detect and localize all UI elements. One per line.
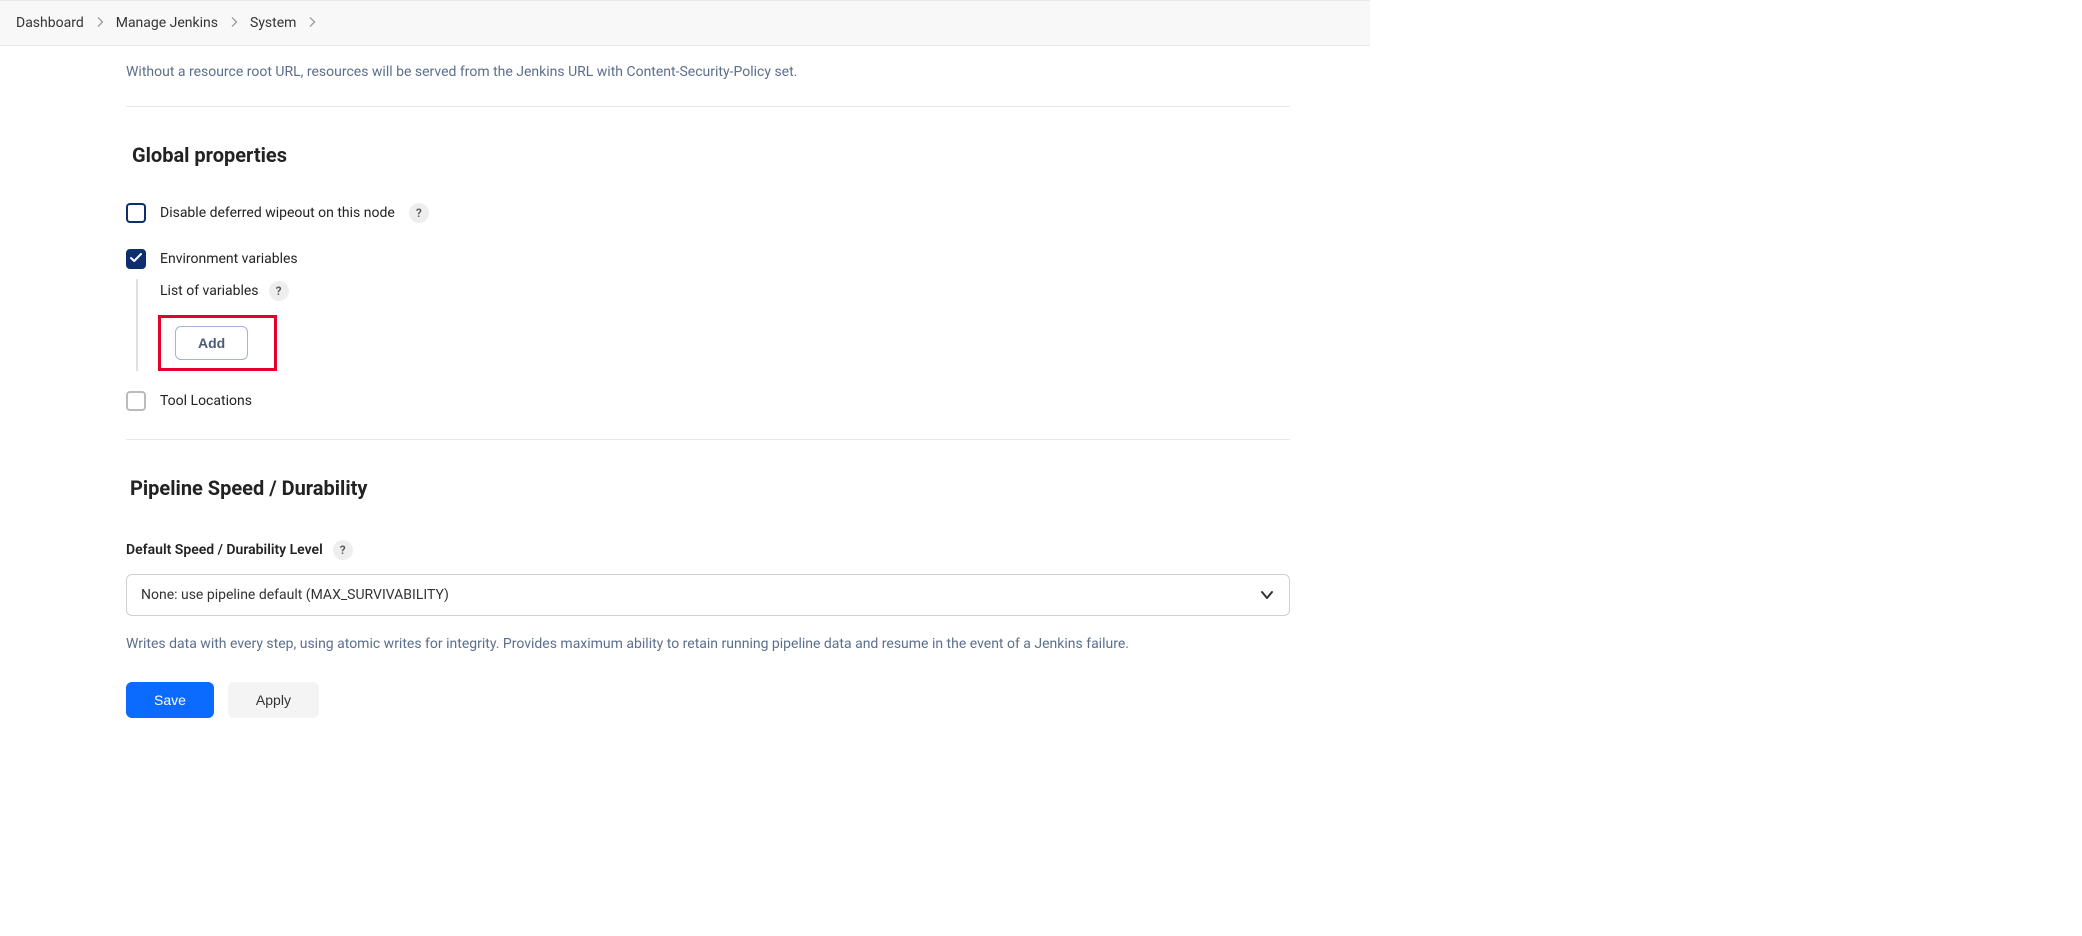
form-button-bar: Save Apply — [126, 676, 1290, 748]
list-of-variables-row: List of variables ? — [160, 279, 1290, 315]
list-of-variables-label: List of variables — [160, 283, 259, 299]
chevron-right-icon — [230, 16, 238, 30]
help-icon[interactable]: ? — [269, 281, 289, 301]
disable-wipeout-row: Disable deferred wipeout on this node ? — [126, 197, 1290, 243]
durability-select-wrap: None: use pipeline default (MAX_SURVIVAB… — [126, 574, 1290, 616]
durability-description: Writes data with every step, using atomi… — [126, 616, 1290, 676]
chevron-right-icon — [96, 16, 104, 30]
durability-select-value: None: use pipeline default (MAX_SURVIVAB… — [141, 587, 449, 603]
global-properties-heading: Global properties — [126, 107, 1290, 197]
add-button-highlight: Add — [158, 315, 277, 371]
tool-locations-label: Tool Locations — [160, 393, 252, 409]
env-vars-label: Environment variables — [160, 251, 298, 267]
chevron-right-icon — [308, 16, 316, 30]
add-variable-button[interactable]: Add — [175, 326, 248, 360]
env-vars-row: Environment variables — [126, 243, 1290, 279]
help-icon[interactable]: ? — [409, 203, 429, 223]
help-icon[interactable]: ? — [333, 540, 353, 560]
disable-wipeout-label: Disable deferred wipeout on this node — [160, 205, 395, 221]
breadcrumb-item-system[interactable]: System — [250, 15, 296, 31]
env-vars-nested: List of variables ? Add — [136, 279, 1290, 371]
breadcrumb-item-dashboard[interactable]: Dashboard — [16, 15, 84, 31]
breadcrumb: Dashboard Manage Jenkins System — [0, 0, 1370, 46]
durability-select[interactable]: None: use pipeline default (MAX_SURVIVAB… — [126, 574, 1290, 616]
check-icon — [130, 253, 142, 266]
apply-button[interactable]: Apply — [228, 682, 319, 718]
durability-level-label: Default Speed / Durability Level — [126, 542, 323, 558]
breadcrumb-item-manage-jenkins[interactable]: Manage Jenkins — [116, 15, 218, 31]
tool-locations-checkbox[interactable] — [126, 391, 146, 411]
pipeline-heading: Pipeline Speed / Durability — [126, 440, 1290, 530]
save-button[interactable]: Save — [126, 682, 214, 718]
resource-root-description: Without a resource root URL, resources w… — [126, 46, 1290, 106]
durability-level-row: Default Speed / Durability Level ? — [126, 530, 1290, 574]
env-vars-checkbox[interactable] — [126, 249, 146, 269]
tool-locations-row: Tool Locations — [126, 389, 1290, 439]
disable-wipeout-checkbox[interactable] — [126, 203, 146, 223]
